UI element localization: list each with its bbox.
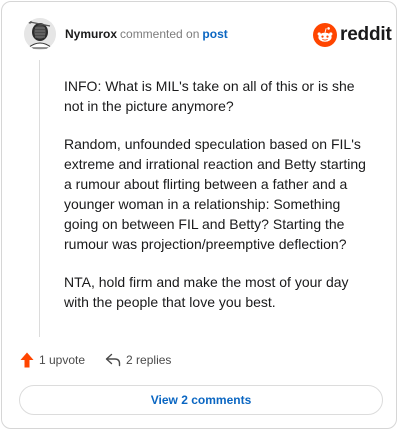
- comment-header: Nymurox commented on post reddit: [2, 2, 396, 62]
- upvote-count: 1 upvote: [39, 353, 86, 367]
- thread-line[interactable]: [39, 60, 40, 337]
- avatar[interactable]: [24, 18, 56, 50]
- replies-count: 2 replies: [126, 353, 172, 367]
- comment-paragraph: INFO: What is MIL's take on all of this …: [64, 78, 355, 114]
- reply-arrow-icon: [105, 353, 121, 367]
- comment-paragraph: NTA, hold firm and make the most of your…: [64, 274, 349, 310]
- reddit-snoo-icon: [313, 23, 337, 47]
- replies-button[interactable]: 2 replies: [105, 353, 171, 367]
- author-name[interactable]: Nymurox: [65, 27, 117, 41]
- post-link[interactable]: post: [202, 27, 227, 41]
- reddit-brand[interactable]: reddit: [313, 23, 392, 47]
- author-line: Nymurox commented on post: [65, 27, 228, 41]
- comment-paragraph: Random, unfounded speculation based on F…: [64, 136, 366, 252]
- brand-wordmark: reddit: [340, 24, 392, 45]
- comment-action-text: commented on: [120, 27, 200, 41]
- comment-card: Nymurox commented on post reddit INFO: Wha…: [1, 1, 397, 429]
- fencer-avatar-icon: [24, 18, 56, 50]
- comment-actions: 1 upvote 2 replies: [20, 350, 171, 370]
- upvote-button[interactable]: 1 upvote: [20, 352, 85, 368]
- upvote-arrow-icon: [20, 352, 34, 368]
- comment-body: INFO: What is MIL's take on all of this …: [64, 76, 370, 330]
- view-comments-button[interactable]: View 2 comments: [19, 385, 383, 415]
